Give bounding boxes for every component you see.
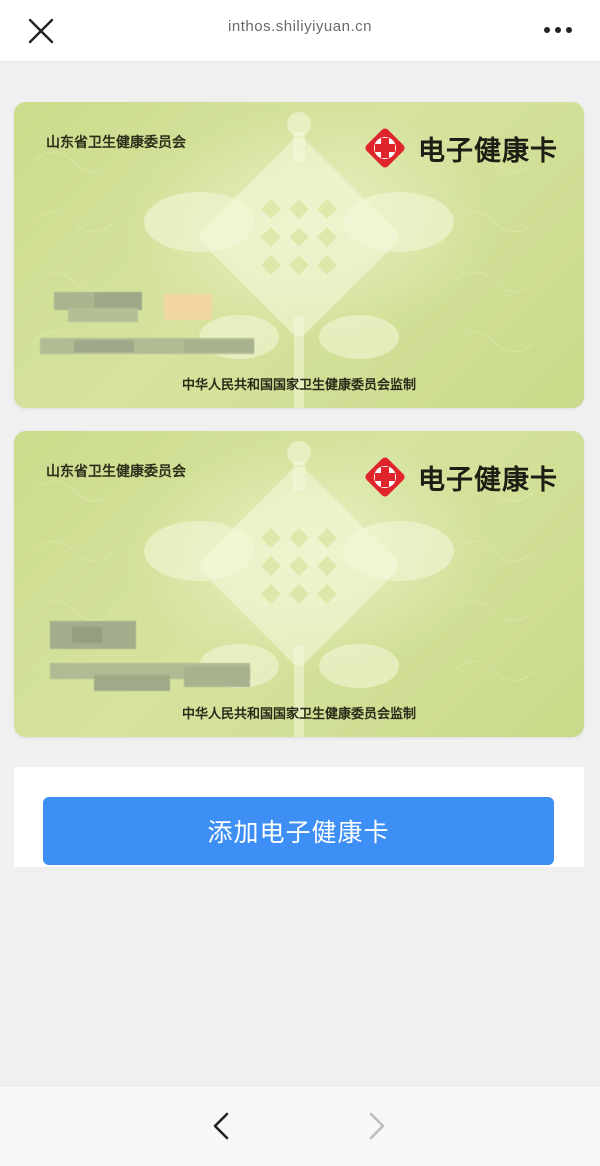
card-issuer: 山东省卫生健康委员会 xyxy=(46,464,186,480)
bottom-nav xyxy=(0,1085,600,1166)
top-bar: inthos.shiliyiyuan.cn xyxy=(0,0,600,62)
chevron-left-icon[interactable] xyxy=(204,1108,240,1144)
close-button[interactable] xyxy=(24,14,58,48)
card-supervise-text: 中华人民共和国国家卫生健康委员会监制 xyxy=(181,707,416,722)
card-supervise-text: 中华人民共和国国家卫生健康委员会监制 xyxy=(181,378,416,393)
health-card[interactable]: 山东省卫生健康委员会 电子健康卡 中华人民共和国国家卫生健康委员会监制 xyxy=(14,102,584,408)
card-brand: 电子健康卡 xyxy=(360,453,558,501)
red-cross-icon xyxy=(365,457,405,497)
more-button[interactable] xyxy=(538,16,578,44)
action-panel: 添加电子健康卡 xyxy=(14,767,584,867)
red-cross-icon xyxy=(365,128,405,168)
card-brand: 电子健康卡 xyxy=(360,124,558,172)
card-brand-text: 电子健康卡 xyxy=(418,464,558,496)
card-issuer: 山东省卫生健康委员会 xyxy=(46,135,186,151)
add-health-card-button[interactable]: 添加电子健康卡 xyxy=(43,797,554,865)
more-icon xyxy=(544,27,572,33)
card-brand-text: 电子健康卡 xyxy=(418,135,558,167)
close-icon xyxy=(28,18,54,44)
page-url: inthos.shiliyiyuan.cn xyxy=(228,18,372,35)
chevron-right-icon[interactable] xyxy=(358,1108,394,1144)
health-card[interactable]: 山东省卫生健康委员会 电子健康卡 中华人民共和国国家卫生健康委员会监制 xyxy=(14,431,584,737)
